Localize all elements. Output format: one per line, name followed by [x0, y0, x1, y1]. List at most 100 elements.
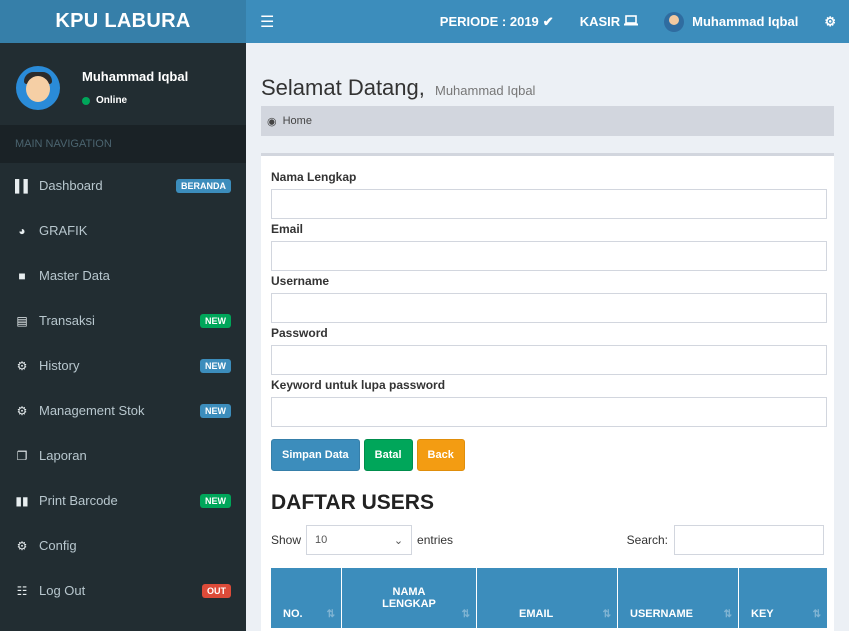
main-content: Selamat Datang, Muhammad Iqbal ◉ Home Na…: [246, 43, 849, 631]
column-header-key[interactable]: KEY ⇅: [739, 568, 827, 628]
search-input[interactable]: [674, 525, 824, 555]
periode-menu[interactable]: PERIODE : 2019 ✔: [427, 0, 567, 43]
dashboard-icon: ◉: [267, 115, 277, 128]
menu-header: MAIN NAVIGATION: [0, 125, 246, 163]
sidebar-item-laporan[interactable]: ❐ Laporan: [0, 433, 246, 478]
periode-label: PERIODE : 2019: [439, 14, 539, 29]
page-subtitle: Muhammad Iqbal: [435, 83, 536, 98]
email-field[interactable]: [271, 241, 827, 271]
sidebar-item-label: Laporan: [39, 448, 87, 463]
gears-icon: ⚙: [16, 538, 28, 553]
laptop-icon: [624, 14, 639, 29]
gears-icon: ⚙: [16, 358, 28, 373]
sidebar-item-label: History: [39, 358, 80, 373]
gears-icon: ⚙: [824, 13, 836, 29]
entries-label: entries: [417, 533, 454, 547]
user-panel: Muhammad Iqbal Online: [0, 43, 246, 125]
keyword-field[interactable]: [271, 397, 827, 427]
column-header-label: EMAIL: [519, 608, 554, 620]
barcode-icon: ▮▮: [15, 493, 29, 508]
sidebar-item-log-out[interactable]: ☷ Log Out OUT: [0, 568, 246, 613]
table-controls: Show 10 ⌄ entries Search:: [271, 525, 824, 555]
username-label: Username: [271, 274, 330, 288]
status-text: Online: [96, 95, 128, 106]
password-label: Password: [271, 326, 328, 340]
card-icon: ▤: [16, 313, 28, 328]
sidebar-item-label: Print Barcode: [39, 493, 118, 508]
table-search: Search:: [627, 525, 824, 555]
entries-select[interactable]: 10 ⌄: [306, 525, 413, 555]
status-dot-icon: [82, 96, 90, 105]
folder-icon: ■: [18, 268, 26, 283]
status-badge: NEW: [200, 493, 231, 508]
user-menu[interactable]: Muhammad Iqbal: [651, 0, 811, 43]
sidebar-item-print-barcode[interactable]: ▮▮ Print Barcode NEW: [0, 478, 246, 523]
show-label: Show: [271, 533, 302, 547]
user-form: Nama Lengkap Email Username Password Key…: [261, 156, 834, 628]
column-header-label: KEY: [751, 608, 774, 620]
email-label: Email: [271, 222, 304, 236]
sidebar-item-master-data[interactable]: ■ Master Data: [0, 253, 246, 298]
kasir-label: KASIR: [579, 14, 621, 29]
column-header-label: USERNAME: [630, 608, 693, 620]
column-header-username[interactable]: USERNAME ⇅: [618, 568, 739, 628]
sort-icon: ⇅: [461, 609, 470, 620]
sidebar-item-config[interactable]: ⚙ Config: [0, 523, 246, 568]
sidebar-item-label: Transaksi: [39, 313, 95, 328]
copy-icon: ❐: [16, 448, 28, 463]
avatar: [16, 66, 60, 110]
sort-icon: ⇅: [723, 609, 732, 620]
cancel-button[interactable]: Batal: [363, 439, 413, 471]
user-status: Online: [82, 95, 127, 106]
username-field[interactable]: [271, 293, 827, 323]
sidebar-item-label: Log Out: [39, 583, 86, 598]
menu-toggle-icon[interactable]: ☰: [260, 12, 274, 32]
form-buttons: Simpan Data Batal Back: [271, 439, 824, 471]
status-badge: OUT: [202, 583, 231, 598]
sort-icon: ⇅: [602, 609, 611, 620]
back-button[interactable]: Back: [416, 439, 465, 471]
status-badge: NEW: [200, 403, 231, 418]
sidebar-item-label: Management Stok: [39, 403, 145, 418]
pie-chart-icon: ◕: [18, 223, 26, 238]
settings-toggle[interactable]: ⚙: [811, 0, 849, 43]
status-badge: BERANDA: [176, 178, 231, 193]
sidebar-item-label: Master Data: [39, 268, 110, 283]
sidebar-user-name: Muhammad Iqbal: [82, 69, 189, 84]
status-badge: NEW: [200, 358, 231, 373]
app-logo[interactable]: KPU LABURA: [0, 0, 246, 43]
column-header-no[interactable]: NO. ⇅: [271, 568, 342, 628]
sort-icon: ⇅: [326, 609, 335, 620]
breadcrumb: ◉ Home: [261, 106, 834, 136]
form-box: Nama Lengkap Email Username Password Key…: [261, 153, 834, 631]
keyword-label: Keyword untuk lupa password: [271, 378, 446, 392]
save-button[interactable]: Simpan Data: [271, 439, 360, 471]
users-table-header: NO. ⇅ NAMA LENGKAP ⇅ EMAIL ⇅ USERNAME ⇅ …: [271, 568, 827, 628]
column-header-label: NO.: [283, 608, 303, 620]
column-header-nama[interactable]: NAMA LENGKAP ⇅: [342, 568, 477, 628]
bar-chart-icon: ▌▌: [15, 178, 33, 193]
nama-label: Nama Lengkap: [271, 170, 357, 184]
column-header-label: NAMA LENGKAP: [382, 586, 436, 610]
entries-length: Show 10 ⌄ entries: [271, 525, 453, 555]
breadcrumb-home-link[interactable]: Home: [283, 115, 312, 127]
nama-field[interactable]: [271, 189, 827, 219]
avatar: [664, 11, 685, 32]
sidebar-item-dashboard[interactable]: ▌▌ Dashboard BERANDA: [0, 163, 246, 208]
sidebar: Muhammad Iqbal Online MAIN NAVIGATION ▌▌…: [0, 43, 246, 631]
page-title: Selamat Datang, Muhammad Iqbal: [261, 75, 535, 101]
password-field[interactable]: [271, 345, 827, 375]
list-icon: ☷: [16, 583, 28, 598]
sidebar-item-history[interactable]: ⚙ History NEW: [0, 343, 246, 388]
sidebar-item-transaksi[interactable]: ▤ Transaksi NEW: [0, 298, 246, 343]
sidebar-item-label: Config: [39, 538, 77, 553]
sidebar-item-management-stok[interactable]: ⚙ Management Stok NEW: [0, 388, 246, 433]
kasir-menu[interactable]: KASIR: [567, 0, 651, 43]
entries-value: 10: [315, 534, 328, 546]
sort-icon: ⇅: [812, 609, 821, 620]
check-icon: ✔: [542, 13, 554, 29]
nav-user-name: Muhammad Iqbal: [692, 14, 799, 29]
column-header-email[interactable]: EMAIL ⇅: [477, 568, 618, 628]
sidebar-item-grafik[interactable]: ◕ GRAFIK: [0, 208, 246, 253]
section-title: DAFTAR USERS: [271, 491, 434, 514]
